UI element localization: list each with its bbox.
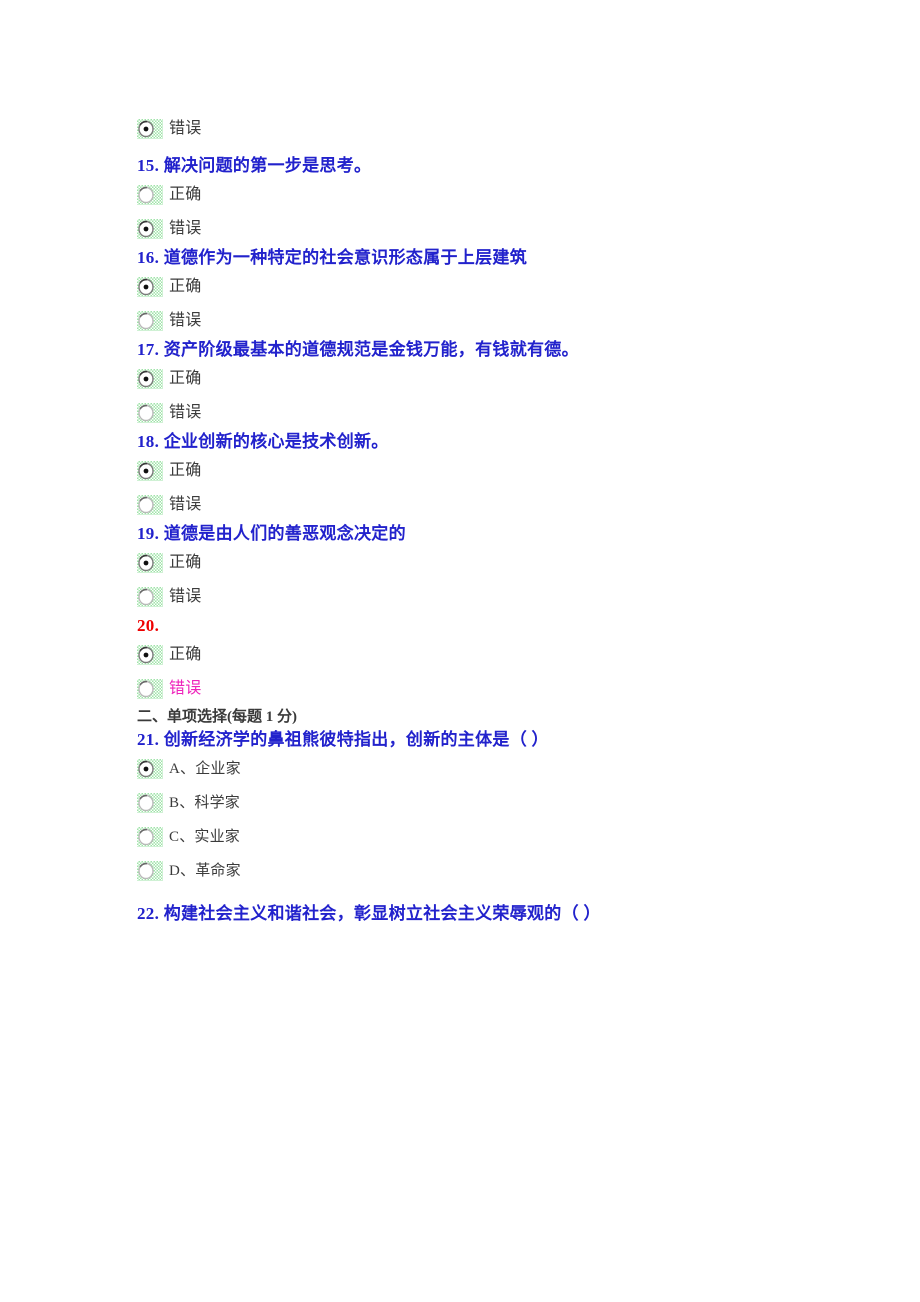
question-text: 22. 构建社会主义和谐社会，彰显树立社会主义荣辱观的（ ） bbox=[137, 904, 601, 923]
option-row[interactable]: 错误 bbox=[137, 304, 920, 338]
option-label: 错误 bbox=[169, 312, 202, 329]
radio-checked-icon[interactable] bbox=[137, 759, 163, 779]
question-text: 20. bbox=[137, 616, 160, 635]
option-label: B、科学家 bbox=[169, 795, 241, 811]
option-label: 错误 bbox=[169, 120, 202, 137]
radio-checked-icon[interactable] bbox=[137, 119, 163, 139]
radio-unchecked-icon[interactable] bbox=[137, 679, 163, 699]
radio-unchecked-icon[interactable] bbox=[137, 495, 163, 515]
radio-checked-icon[interactable] bbox=[137, 553, 163, 573]
option-label: 错误 bbox=[169, 496, 202, 513]
option-label: 正确 bbox=[169, 554, 202, 571]
question-text: 18. 企业创新的核心是技术创新。 bbox=[137, 432, 389, 451]
option-row[interactable]: 正确 bbox=[137, 454, 920, 488]
option-row[interactable]: 正确 bbox=[137, 638, 920, 672]
question-text: 16. 道德作为一种特定的社会意识形态属于上层建筑 bbox=[137, 248, 527, 267]
radio-checked-icon[interactable] bbox=[137, 219, 163, 239]
option-row[interactable]: 正确 bbox=[137, 178, 920, 212]
radio-unchecked-icon[interactable] bbox=[137, 311, 163, 331]
option-row[interactable]: 正确 bbox=[137, 362, 920, 396]
radio-unchecked-icon[interactable] bbox=[137, 587, 163, 607]
option-label: 正确 bbox=[169, 646, 202, 663]
section-heading: 二、单项选择(每题 1 分) bbox=[137, 709, 297, 725]
option-row[interactable]: 错误 bbox=[137, 396, 920, 430]
option-label: 错误 bbox=[169, 680, 202, 697]
option-row[interactable]: C、实业家 bbox=[137, 820, 920, 854]
radio-checked-icon[interactable] bbox=[137, 645, 163, 665]
question-text: 15. 解决问题的第一步是思考。 bbox=[137, 156, 372, 175]
question-text: 19. 道德是由人们的善恶观念决定的 bbox=[137, 524, 406, 543]
radio-unchecked-icon[interactable] bbox=[137, 861, 163, 881]
exam-sheet: 错误 15. 解决问题的第一步是思考。 正确 错误 16. 道德作为一种特定的社… bbox=[0, 0, 920, 1302]
option-label: C、实业家 bbox=[169, 829, 241, 845]
option-row[interactable]: 正确 bbox=[137, 270, 920, 304]
option-label: 错误 bbox=[169, 220, 202, 237]
option-label: 正确 bbox=[169, 462, 202, 479]
option-row[interactable]: D、革命家 bbox=[137, 854, 920, 888]
option-row[interactable]: 错误 bbox=[137, 672, 920, 706]
option-row[interactable]: B、科学家 bbox=[137, 786, 920, 820]
option-row[interactable]: 错误 bbox=[137, 488, 920, 522]
option-label: 正确 bbox=[169, 370, 202, 387]
option-label: A、企业家 bbox=[169, 761, 241, 777]
radio-checked-icon[interactable] bbox=[137, 369, 163, 389]
option-row[interactable]: A、企业家 bbox=[137, 752, 920, 786]
option-row[interactable]: 正确 bbox=[137, 546, 920, 580]
radio-checked-icon[interactable] bbox=[137, 277, 163, 297]
option-label: 错误 bbox=[169, 588, 202, 605]
option-label: 错误 bbox=[169, 404, 202, 421]
option-label: 正确 bbox=[169, 186, 202, 203]
option-row[interactable]: 错误 bbox=[137, 580, 920, 614]
option-row[interactable]: 错误 bbox=[137, 112, 920, 146]
option-row[interactable]: 错误 bbox=[137, 212, 920, 246]
radio-unchecked-icon[interactable] bbox=[137, 793, 163, 813]
radio-unchecked-icon[interactable] bbox=[137, 403, 163, 423]
radio-unchecked-icon[interactable] bbox=[137, 185, 163, 205]
radio-unchecked-icon[interactable] bbox=[137, 827, 163, 847]
radio-checked-icon[interactable] bbox=[137, 461, 163, 481]
option-label: D、革命家 bbox=[169, 863, 241, 879]
question-text: 17. 资产阶级最基本的道德规范是金钱万能，有钱就有德。 bbox=[137, 340, 579, 359]
option-label: 正确 bbox=[169, 278, 202, 295]
question-text: 21. 创新经济学的鼻祖熊彼特指出，创新的主体是（ ） bbox=[137, 730, 549, 749]
